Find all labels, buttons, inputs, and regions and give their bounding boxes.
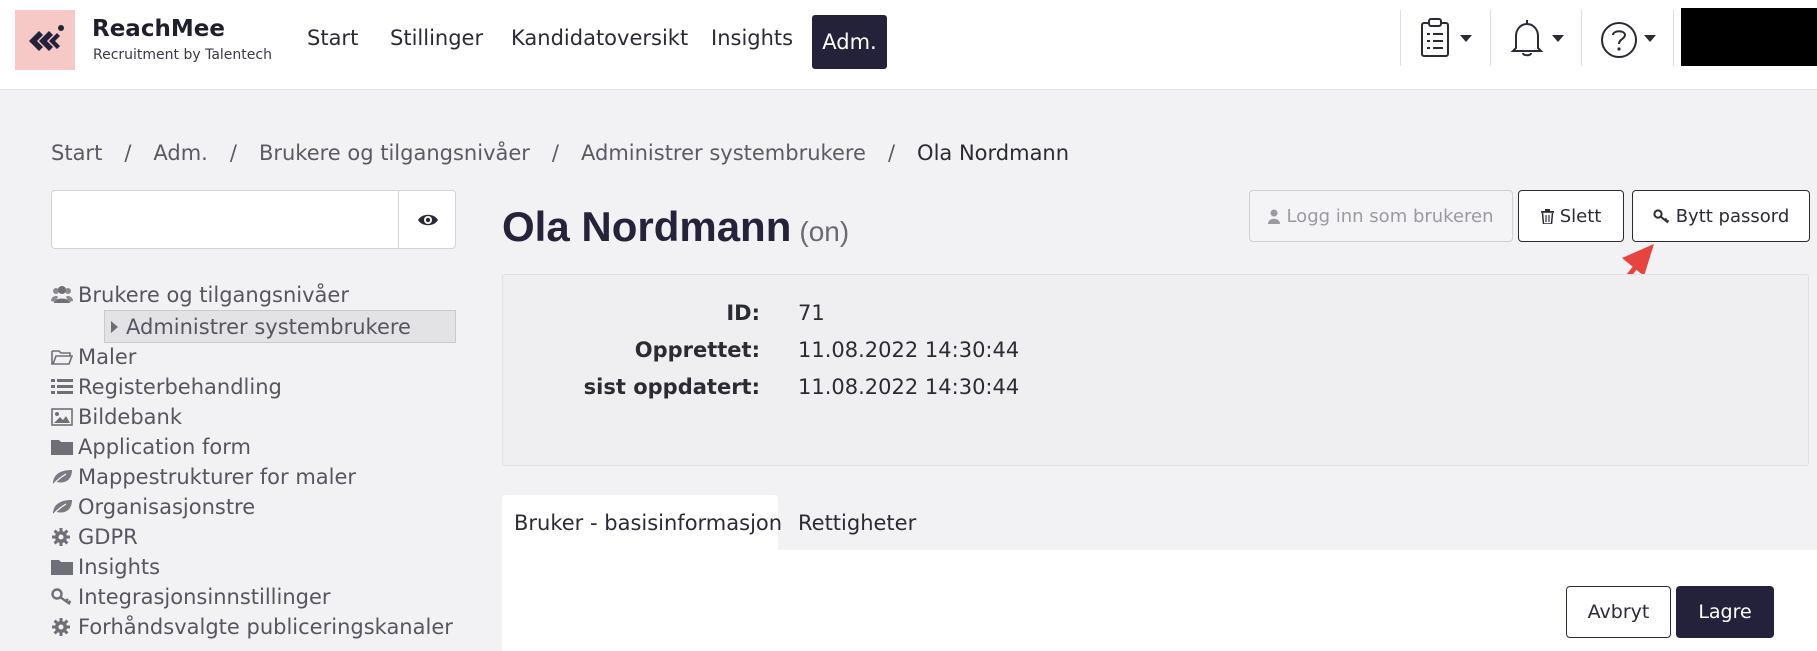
gear-icon: [51, 527, 73, 547]
divider: [1400, 10, 1401, 66]
sidebar-item-publiceringskanaler[interactable]: Forhåndsvalgte publiceringskanaler: [51, 615, 453, 639]
id-value: 71: [798, 301, 825, 325]
sidebar-item-label: GDPR: [78, 525, 138, 549]
sidebar-item-label: Mappestrukturer for maler: [78, 465, 357, 489]
sidebar-item-label: Bildebank: [78, 405, 182, 429]
nav-stillinger[interactable]: Stillinger: [390, 26, 483, 50]
sidebar-item-label: Application form: [78, 435, 251, 459]
leaf-icon: [51, 497, 73, 517]
top-navigation: ReachMee Recruitment by Talentech Start …: [0, 0, 1817, 90]
breadcrumb-separator: /: [551, 141, 559, 165]
folder-open-icon: [51, 347, 74, 367]
notifications-button[interactable]: [1510, 18, 1570, 62]
sidebar-item-label: Insights: [78, 555, 161, 579]
chevron-down-icon: [1644, 35, 1656, 42]
chevron-down-icon: [1460, 35, 1472, 42]
breadcrumb-system-users[interactable]: Administrer systembrukere: [581, 141, 866, 165]
sidebar-item-label: Maler: [78, 345, 137, 369]
gear-icon: [51, 617, 73, 637]
id-label: ID:: [726, 301, 760, 325]
sidebar-item-maler[interactable]: Maler: [51, 345, 136, 369]
sidebar-item-system-users[interactable]: Administrer systembrukere: [104, 310, 456, 343]
cancel-button[interactable]: Avbryt: [1566, 586, 1671, 638]
breadcrumb-separator: /: [229, 141, 237, 165]
folder-icon: [51, 557, 73, 577]
chevron-down-icon: [1552, 35, 1564, 42]
image-icon: [51, 407, 73, 427]
breadcrumb-current: Ola Nordmann: [917, 141, 1070, 165]
user-initials: (on): [799, 216, 850, 247]
breadcrumb-adm[interactable]: Adm.: [153, 141, 207, 165]
folder-icon: [51, 437, 73, 457]
reachmee-logo-icon[interactable]: [15, 10, 75, 70]
sidebar-item-integrasjonsinnstillinger[interactable]: Integrasjonsinnstillinger: [51, 585, 331, 609]
created-label: Opprettet:: [634, 338, 760, 362]
trash-icon: [1540, 208, 1554, 224]
key-icon: [51, 587, 73, 607]
list-icon: [51, 377, 73, 397]
user-name: Ola Nordmann: [502, 203, 792, 250]
brand-name: ReachMee: [92, 16, 225, 42]
sidebar-item-users-access[interactable]: Brukere og tilgangsnivåer: [51, 283, 349, 307]
sidebar-item-label: Integrasjonsinnstillinger: [78, 585, 331, 609]
sidebar-item-insights[interactable]: Insights: [51, 555, 160, 579]
help-icon: [1601, 22, 1637, 58]
bell-icon: [1510, 20, 1544, 57]
sidebar-search-input[interactable]: [51, 190, 399, 249]
created-value: 11.08.2022 14:30:44: [798, 338, 1020, 362]
divider: [1673, 10, 1674, 66]
brand-tagline: Recruitment by Talentech: [93, 47, 272, 63]
sidebar-item-mappestrukturer[interactable]: Mappestrukturer for maler: [51, 465, 356, 489]
change-password-button[interactable]: Bytt passord: [1632, 190, 1810, 242]
breadcrumb-separator: /: [124, 141, 132, 165]
tab-permissions[interactable]: Rettigheter: [786, 495, 928, 551]
updated-label: sist oppdatert:: [583, 375, 760, 399]
delete-button[interactable]: Slett: [1518, 190, 1624, 242]
toggle-visibility-button[interactable]: [398, 190, 456, 249]
breadcrumb-separator: /: [887, 141, 896, 165]
sidebar-item-label: Administrer systembrukere: [126, 314, 411, 339]
tasks-menu-button[interactable]: [1420, 18, 1480, 62]
sidebar-item-label: Brukere og tilgangsnivåer: [78, 283, 349, 307]
sidebar-item-organisasjonstre[interactable]: Organisasjonstre: [51, 495, 255, 519]
caret-right-icon: [111, 320, 118, 333]
users-icon: [51, 285, 73, 305]
key-icon: [1653, 208, 1669, 223]
sidebar-item-registerbehandling[interactable]: Registerbehandling: [51, 375, 282, 399]
login-as-user-button[interactable]: Logg inn som brukeren: [1249, 190, 1513, 242]
divider: [1490, 10, 1491, 66]
sidebar-item-label: Forhåndsvalgte publiceringskanaler: [78, 615, 453, 639]
nav-start[interactable]: Start: [307, 26, 358, 50]
save-button[interactable]: Lagre: [1676, 586, 1774, 638]
divider: [1581, 10, 1582, 66]
sidebar-item-application-form[interactable]: Application form: [51, 435, 251, 459]
user-profile-redacted[interactable]: [1681, 8, 1817, 66]
tab-basic-info[interactable]: Bruker - basisinformasjon: [502, 495, 782, 551]
sidebar-item-label: Organisasjonstre: [78, 495, 256, 519]
page-title: Ola Nordmann (on): [502, 203, 849, 251]
breadcrumb-users-access[interactable]: Brukere og tilgangsnivåer: [259, 141, 530, 165]
sidebar-item-gdpr[interactable]: GDPR: [51, 525, 138, 549]
breadcrumb-start[interactable]: Start: [51, 141, 102, 165]
updated-value: 11.08.2022 14:30:44: [798, 375, 1020, 399]
leaf-icon: [51, 467, 73, 487]
user-icon: [1268, 209, 1281, 224]
nav-kandidatoversikt[interactable]: Kandidatoversikt: [511, 26, 688, 50]
help-menu-button[interactable]: [1600, 18, 1660, 62]
sidebar-item-bildebank[interactable]: Bildebank: [51, 405, 182, 429]
nav-adm-active[interactable]: Adm.: [812, 15, 887, 69]
sidebar-item-label: Registerbehandling: [78, 375, 282, 399]
user-info-panel: ID: 71 Opprettet: 11.08.2022 14:30:44 si…: [502, 274, 1809, 466]
nav-insights[interactable]: Insights: [711, 26, 793, 50]
eye-icon: [418, 214, 438, 226]
breadcrumb: Start / Adm. / Brukere og tilgangsnivåer / Adm…: [51, 141, 1069, 165]
clipboard-icon: [1421, 18, 1449, 57]
